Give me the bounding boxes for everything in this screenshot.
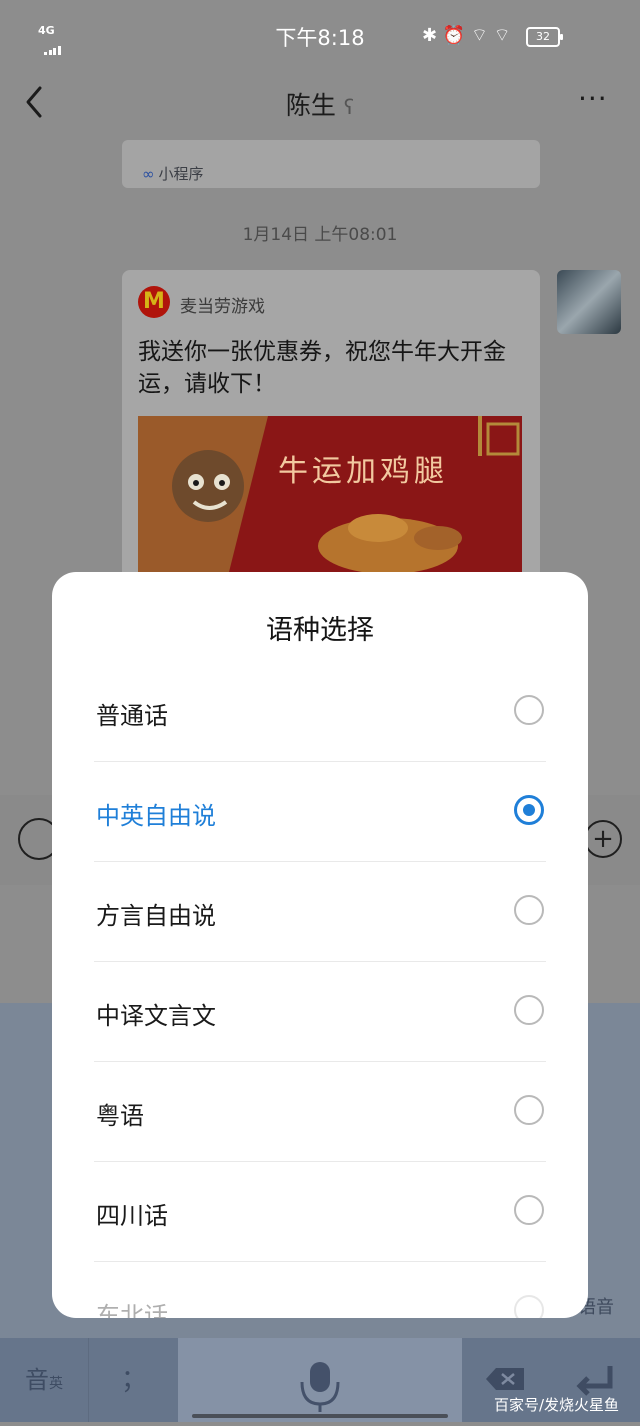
status-bar: 4G 下午8:18 ✱ ⏰ ⌔ ⌔ 32 xyxy=(0,0,640,72)
watermark: 百家号/发烧火星鱼 xyxy=(494,1396,620,1414)
radio-icon[interactable] xyxy=(514,995,544,1025)
promo-illustration xyxy=(138,416,522,576)
radio-selected-icon[interactable] xyxy=(514,795,544,825)
radio-icon[interactable] xyxy=(514,1195,544,1225)
radio-icon[interactable] xyxy=(514,695,544,725)
option-dialect[interactable]: 方言自由说 xyxy=(94,862,546,962)
microphone-icon xyxy=(300,1362,340,1412)
option-classical-chinese[interactable]: 中译文言文 xyxy=(94,962,546,1062)
radio-icon[interactable] xyxy=(514,1095,544,1125)
avatar[interactable] xyxy=(557,270,621,334)
microphone-key[interactable] xyxy=(178,1338,462,1422)
home-indicator[interactable] xyxy=(192,1414,448,1418)
more-icon[interactable]: ··· xyxy=(578,82,608,115)
option-mandarin[interactable]: 普通话 xyxy=(94,662,546,762)
semicolon-key[interactable]: ； xyxy=(88,1338,179,1422)
promo-banner[interactable]: 牛运加鸡腿 xyxy=(138,416,522,576)
chat-title: 陈生 ʕ xyxy=(0,86,640,122)
option-cantonese[interactable]: 粤语 xyxy=(94,1062,546,1162)
mini-program-icon: ∞ xyxy=(142,165,155,183)
mcdonalds-logo: M xyxy=(138,286,170,318)
option-sichuanese[interactable]: 四川话 xyxy=(94,1162,546,1262)
message-text: 我送你一张优惠券，祝您牛年大开金运，请收下！ xyxy=(138,339,506,397)
radio-icon[interactable] xyxy=(514,895,544,925)
option-chinese-english[interactable]: 中英自由说 xyxy=(94,762,546,862)
message-timestamp: 1月14日 上午08:01 xyxy=(242,225,398,245)
plus-icon[interactable]: + xyxy=(584,820,622,858)
language-switch-key[interactable]: 音英 xyxy=(0,1338,88,1422)
status-icons: ✱ ⏰ ⌔ ⌔ xyxy=(422,25,511,46)
mini-program-tag: ∞ 小程序 xyxy=(142,165,204,183)
promo-title: 牛运加鸡腿 xyxy=(278,454,448,489)
contact-name: 陈生 xyxy=(285,91,336,120)
sender-name: 麦当劳游戏 xyxy=(180,297,265,317)
battery-icon: 32 xyxy=(526,27,563,47)
option-northeastern[interactable]: 东北话 xyxy=(94,1262,546,1318)
dialog-title: 语种选择 xyxy=(266,615,374,646)
language-select-dialog: 语种选择 普通话 中英自由说 方言自由说 中译文言文 粤语 四川话 东北话 xyxy=(52,572,588,1318)
radio-icon[interactable] xyxy=(514,1295,544,1318)
ear-icon[interactable]: ʕ xyxy=(344,95,354,119)
